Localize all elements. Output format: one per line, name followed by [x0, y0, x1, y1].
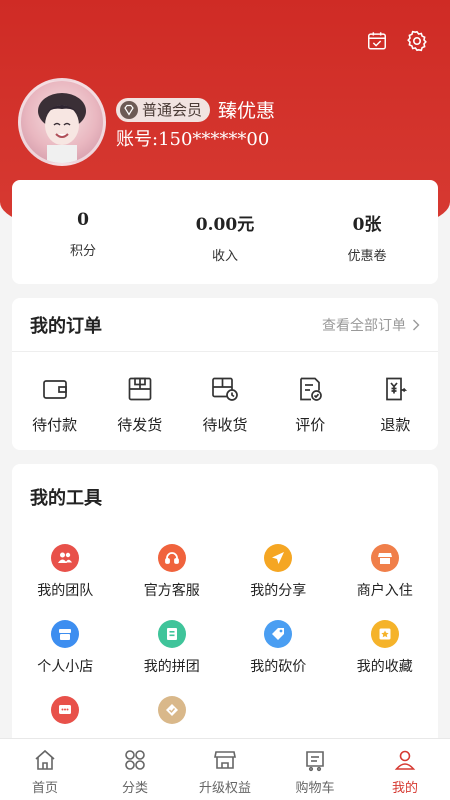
- order-item-label: 待发货: [117, 416, 163, 434]
- member-info: 普通会员 臻优惠: [116, 96, 275, 123]
- order-item-label: 评价: [295, 416, 326, 434]
- tab-profile[interactable]: 我的: [360, 739, 450, 800]
- tool-label: 我的砍价: [250, 659, 307, 675]
- member-badge-label: 普通会员: [142, 101, 203, 119]
- tool-label: 我的团队: [37, 583, 94, 599]
- tool-favorites[interactable]: 我的收藏: [332, 620, 439, 682]
- review-icon: [295, 374, 325, 404]
- tools-grid: 我的团队 官方客服 我的分享 商户入住 个人小店 我的拼团 我的砍价 我的收藏: [12, 544, 438, 758]
- tools-card: 我的工具 我的团队 官方客服 我的分享 商户入住 个人小店 我的拼团 我的砍价 …: [12, 464, 438, 764]
- member-icon: [157, 696, 186, 724]
- avatar[interactable]: [18, 78, 106, 166]
- tool-label: 我的收藏: [356, 659, 413, 675]
- headset-icon: [157, 544, 186, 572]
- tab-upgrade[interactable]: 升级权益: [180, 739, 270, 800]
- tool-label: 个人小店: [37, 659, 94, 675]
- upgrade-icon: [212, 747, 238, 773]
- profile-icon: [392, 747, 418, 773]
- tool-merchant-join[interactable]: 商户入住: [332, 544, 439, 606]
- settings-gear-icon[interactable]: [404, 28, 430, 54]
- order-item-label: 待付款: [32, 416, 78, 434]
- shop-name: 臻优惠: [218, 100, 276, 122]
- bottom-tab-bar: 首页 分类 升级权益 购物车 我的: [0, 738, 450, 800]
- account-number: 账号:150******00: [116, 129, 270, 150]
- order-pending-payment[interactable]: 待付款: [12, 374, 97, 435]
- order-refund[interactable]: 退款: [353, 374, 438, 435]
- tab-label: 分类: [121, 781, 148, 796]
- tool-label: 商户入住: [356, 583, 413, 599]
- view-all-orders-link[interactable]: 查看全部订单: [322, 315, 420, 335]
- bargain-icon: [264, 620, 293, 648]
- favorite-icon: [370, 620, 399, 648]
- stat-label: 积分: [69, 244, 96, 259]
- stat-value: 0张: [352, 215, 382, 235]
- tool-customer-service[interactable]: 官方客服: [119, 544, 226, 606]
- avatar-illustration: [38, 93, 86, 163]
- tab-cart[interactable]: 购物车: [270, 739, 360, 800]
- tab-category[interactable]: 分类: [90, 739, 180, 800]
- chevron-right-icon: [413, 319, 420, 330]
- tool-my-share[interactable]: 我的分享: [225, 544, 332, 606]
- stat-label: 收入: [211, 249, 238, 264]
- refund-icon: [380, 374, 410, 404]
- stat-coupons[interactable]: 0张 优惠卷: [296, 180, 438, 284]
- team-icon: [51, 544, 80, 572]
- diamond-icon: [120, 100, 138, 119]
- member-badge: 普通会员: [116, 97, 211, 122]
- order-review[interactable]: 评价: [268, 374, 353, 435]
- store-icon: [370, 544, 399, 572]
- category-icon: [122, 747, 148, 773]
- tool-label: 我的分享: [250, 583, 307, 599]
- tool-label: 官方客服: [143, 583, 200, 599]
- calendar-check-icon[interactable]: [364, 28, 390, 54]
- orders-title: 我的订单: [30, 315, 102, 337]
- orders-header: 我的订单 查看全部订单: [12, 298, 438, 352]
- tools-title: 我的工具: [30, 488, 102, 509]
- tool-personal-shop[interactable]: 个人小店: [12, 620, 119, 682]
- wallet-icon: [40, 374, 70, 404]
- stat-label: 优惠卷: [347, 249, 387, 264]
- tool-group-buy[interactable]: 我的拼团: [119, 620, 226, 682]
- tool-bargain[interactable]: 我的砍价: [225, 620, 332, 682]
- view-all-label: 查看全部订单: [322, 317, 406, 334]
- message-icon: [51, 696, 80, 724]
- tool-my-team[interactable]: 我的团队: [12, 544, 119, 606]
- tab-label: 我的: [391, 781, 418, 796]
- top-actions: [364, 28, 430, 54]
- stat-value: 0: [77, 210, 89, 230]
- tab-label: 首页: [31, 781, 58, 796]
- tab-label: 购物车: [295, 781, 335, 796]
- order-item-label: 退款: [380, 416, 411, 434]
- shop-icon: [51, 620, 80, 648]
- stats-card: 0 积分 0.00元 收入 0张 优惠卷: [12, 180, 438, 284]
- home-icon: [32, 747, 58, 773]
- package-icon: [125, 374, 155, 404]
- tool-label: 我的拼团: [143, 659, 200, 675]
- tab-label: 升级权益: [198, 781, 251, 796]
- stat-value: 0.00元: [195, 215, 255, 235]
- order-item-label: 待收货: [202, 416, 248, 434]
- tab-home[interactable]: 首页: [0, 739, 90, 800]
- order-status-list: 待付款 待发货 待收货 评价 退款: [12, 352, 438, 435]
- stat-points[interactable]: 0 积分: [12, 180, 154, 284]
- orders-card: 我的订单 查看全部订单 待付款 待发货 待收货 评价 退款: [12, 298, 438, 450]
- cart-icon: [302, 747, 328, 773]
- order-pending-receipt[interactable]: 待收货: [182, 374, 267, 435]
- delivery-icon: [210, 374, 240, 404]
- order-pending-shipment[interactable]: 待发货: [97, 374, 182, 435]
- stat-income[interactable]: 0.00元 收入: [154, 180, 296, 284]
- share-icon: [264, 544, 293, 572]
- group-buy-icon: [157, 620, 186, 648]
